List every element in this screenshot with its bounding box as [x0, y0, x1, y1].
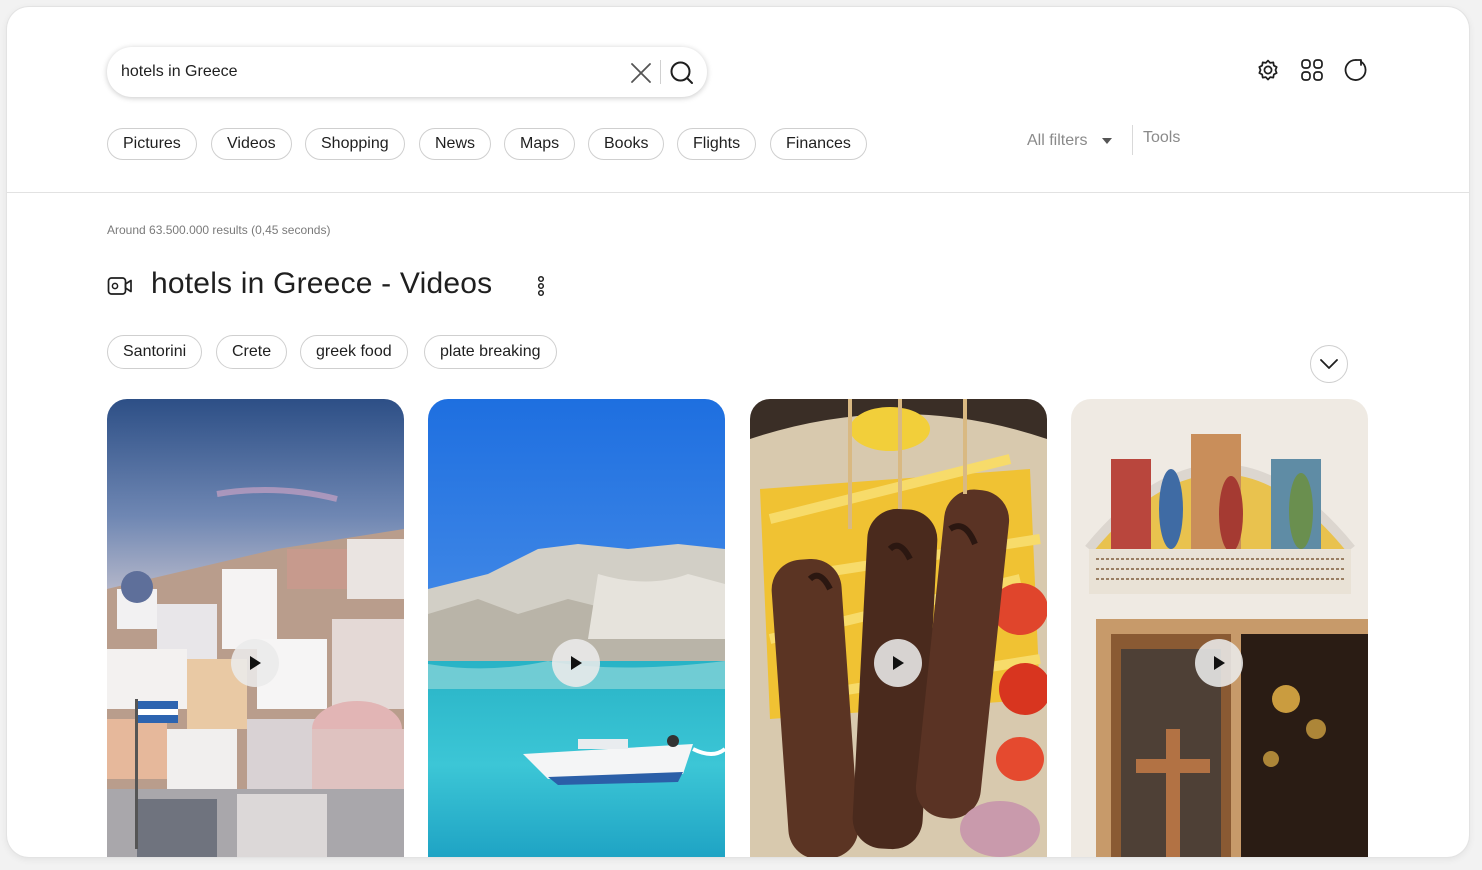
result-stats: Around 63.500.000 results (0,45 seconds) [107, 223, 331, 237]
tab-books[interactable]: Books [588, 128, 665, 160]
search-header: Pictures Videos Shopping News Maps Books… [7, 7, 1469, 193]
search-box[interactable] [107, 47, 707, 97]
video-card-santorini[interactable] [107, 399, 404, 857]
chevron-down-icon [1320, 359, 1338, 369]
video-card-church[interactable] [1071, 399, 1368, 857]
close-icon[interactable] [627, 59, 655, 87]
tab-flights[interactable]: Flights [677, 128, 757, 160]
souvlaki-fries-photo [750, 399, 1047, 857]
play-icon [247, 655, 263, 671]
play-button[interactable] [1195, 639, 1243, 687]
turquoise-sea-boat-photo [428, 399, 725, 857]
play-button[interactable] [874, 639, 922, 687]
browser-window: Pictures Videos Shopping News Maps Books… [7, 7, 1469, 857]
topic-chip-crete[interactable]: Crete [216, 335, 288, 369]
tools-button[interactable]: Tools [1143, 129, 1180, 147]
expand-chips-button[interactable] [1310, 345, 1348, 383]
tab-pictures[interactable]: Pictures [107, 128, 197, 160]
play-button[interactable] [552, 639, 600, 687]
apps-grid-icon[interactable] [1299, 57, 1325, 83]
topic-chip-santorini[interactable]: Santorini [107, 335, 203, 369]
video-camera-icon [107, 275, 133, 297]
tab-finances[interactable]: Finances [770, 128, 867, 160]
tab-news[interactable]: News [419, 128, 492, 160]
topic-chip-greek-food[interactable]: greek food [300, 335, 408, 369]
circle-arrow-icon[interactable] [1343, 57, 1369, 83]
search-icon[interactable] [667, 58, 697, 88]
video-card-greek-food[interactable] [750, 399, 1047, 857]
all-filters-dropdown[interactable]: All filters [1027, 129, 1113, 153]
santorini-village-photo [107, 399, 404, 857]
play-button[interactable] [231, 639, 279, 687]
tools-divider [1132, 125, 1133, 155]
section-title: hotels in Greece - Videos [151, 267, 493, 300]
play-icon [890, 655, 906, 671]
gear-icon[interactable] [1255, 57, 1281, 83]
search-input[interactable] [121, 47, 601, 97]
video-card-sea-boat[interactable] [428, 399, 725, 857]
more-vertical-icon[interactable] [529, 273, 553, 299]
church-fresco-photo [1071, 399, 1368, 857]
tab-videos[interactable]: Videos [211, 128, 292, 160]
all-filters-label: All filters [1027, 132, 1088, 149]
tab-maps[interactable]: Maps [504, 128, 576, 160]
topic-chip-plate-breaking[interactable]: plate breaking [424, 335, 557, 369]
caret-down-icon [1101, 137, 1113, 145]
play-icon [568, 655, 584, 671]
search-divider [660, 60, 661, 84]
tab-shopping[interactable]: Shopping [305, 128, 405, 160]
play-icon [1211, 655, 1227, 671]
